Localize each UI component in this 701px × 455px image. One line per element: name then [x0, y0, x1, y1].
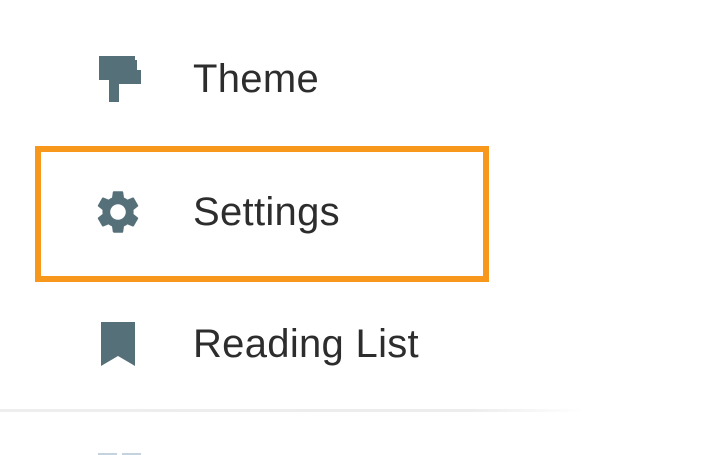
- navigation-menu: Theme Settings Reading List: [0, 0, 701, 455]
- gear-icon: [88, 182, 148, 242]
- menu-item-settings[interactable]: Settings: [0, 152, 600, 272]
- menu-item-reading-list[interactable]: Reading List: [0, 284, 600, 404]
- menu-divider: [0, 409, 584, 412]
- grid-icon: [96, 446, 146, 455]
- menu-item-label: Reading List: [193, 321, 419, 366]
- paint-roller-icon: [88, 49, 148, 109]
- menu-item-theme[interactable]: Theme: [0, 19, 600, 139]
- menu-item-label: Settings: [193, 189, 340, 234]
- bookmark-icon: [88, 314, 148, 374]
- menu-item-label: Theme: [193, 56, 319, 101]
